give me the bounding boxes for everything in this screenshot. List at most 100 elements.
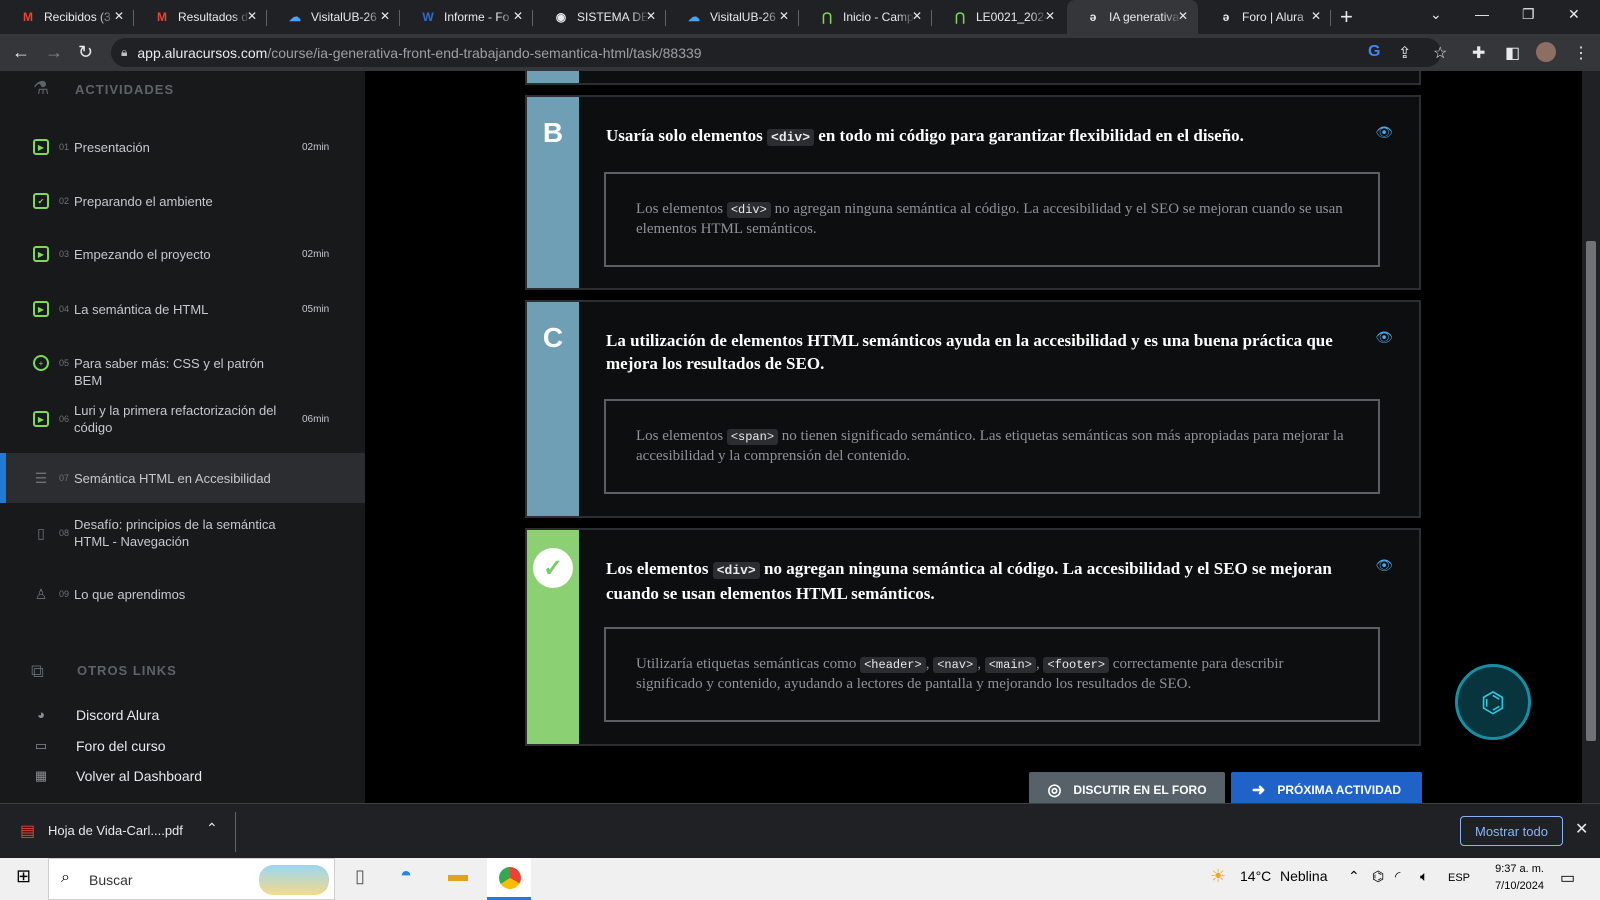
activity-item[interactable]: ♙ 09 Lo que aprendimos [0, 574, 365, 614]
close-tab-icon[interactable]: ✕ [1178, 9, 1188, 23]
profile-avatar[interactable] [1536, 42, 1556, 62]
activity-item[interactable]: ▶ 03 Empezando el proyecto 02min [0, 234, 365, 274]
browser-tab[interactable]: ⋂ Inicio - Camp ✕ [801, 0, 932, 34]
address-bar[interactable]: 🔒︎ app.aluracursos.com/course/ia-generat… [111, 38, 1441, 67]
close-tab-icon[interactable]: ✕ [114, 9, 124, 23]
language-indicator[interactable]: ESP [1448, 872, 1470, 884]
browser-tab[interactable]: M Resultados d ✕ [136, 0, 267, 34]
google-lens-icon[interactable]: G [1368, 43, 1380, 61]
activity-item[interactable]: ▶ 04 La semántica de HTML 05min [0, 289, 365, 329]
option-card-c[interactable]: C La utilización de elementos HTML semán… [525, 300, 1421, 518]
close-tab-icon[interactable]: ✕ [1045, 9, 1055, 23]
sidebar-link[interactable]: ▭ Foro del curso [33, 738, 166, 754]
activity-done-icon: + [33, 355, 49, 371]
weather-icon: ☀ [1210, 866, 1227, 886]
wifi-icon[interactable]: ◜ [1395, 868, 1400, 885]
scrollbar-thumb[interactable] [1586, 241, 1596, 741]
close-downloads-icon[interactable]: ✕ [1575, 819, 1588, 839]
option-letter-bar: B [527, 97, 579, 288]
browser-tab[interactable]: M Recibidos (3 ✕ [2, 0, 134, 34]
activity-done-icon: ✔ [33, 193, 49, 209]
close-tab-icon[interactable]: ✕ [380, 9, 390, 23]
search-placeholder: Buscar [89, 872, 133, 888]
browser-tab[interactable]: ə IA generativa ✕ [1067, 0, 1198, 34]
activity-item[interactable]: +05 Para saber más: CSS y el patrón BEM [0, 343, 365, 388]
chatbot-button[interactable]: ⌬ [1455, 664, 1531, 740]
sidebar-link-label: Volver al Dashboard [76, 768, 203, 784]
activity-item[interactable]: ▯ 08 Desafío: principios de la semántica H… [0, 505, 365, 561]
file-explorer-icon[interactable]: ▬ [448, 864, 468, 887]
activity-done-icon: ▶ [33, 246, 49, 262]
extensions-icon[interactable]: ✚ [1472, 43, 1485, 63]
activity-duration: 02min [302, 141, 330, 153]
eye-icon[interactable]: 👁︎ [1375, 124, 1393, 141]
new-tab-button[interactable]: + [1340, 4, 1353, 30]
share-icon[interactable]: ⇪ [1398, 43, 1411, 63]
activity-item[interactable]: ✔ 02 Preparando el ambiente [0, 181, 365, 221]
url-domain: app.aluracursos.com [137, 44, 268, 61]
minimize-icon[interactable]: — [1475, 6, 1489, 22]
chrome-taskbar-item[interactable] [487, 858, 531, 900]
edge-icon[interactable]: ◓ [400, 864, 412, 887]
activity-item[interactable]: ▶ 06 Luri y la primera refactorización del… [0, 391, 365, 447]
tab-title: LE0021_2024 [976, 10, 1048, 24]
eye-icon[interactable]: 👁︎ [1375, 329, 1393, 346]
sidebar-link[interactable]: ◕ Discord Alura [33, 707, 159, 723]
tab-search-icon[interactable]: ⌄ [1430, 6, 1442, 23]
side-panel-icon[interactable]: ◧ [1505, 43, 1520, 63]
activity-item[interactable]: ▶ 01 Presentación 02min [0, 127, 365, 167]
volume-icon[interactable]: 🔈︎ [1420, 868, 1428, 885]
activity-number: 04 [59, 304, 70, 314]
windows-start-icon[interactable]: ⊞ [16, 866, 31, 887]
task-view-icon[interactable]: ▯ [355, 866, 365, 887]
browser-tab[interactable]: ◉ SISTEMA DE ✕ [535, 0, 666, 34]
restore-icon[interactable]: ❐ [1522, 6, 1535, 23]
close-tab-icon[interactable]: ✕ [912, 9, 922, 23]
option-explanation: Los elementos <div> no agregan ninguna s… [604, 172, 1380, 267]
download-filename[interactable]: Hoja de Vida-Carl....pdf [48, 823, 183, 838]
page-scrollbar[interactable] [1582, 71, 1600, 803]
browser-tab[interactable]: ə Foro | Alura ✕ [1200, 0, 1331, 34]
chevron-up-icon[interactable]: ⌃ [1348, 868, 1360, 885]
bookmark-star-icon[interactable]: ☆ [1433, 43, 1447, 63]
activity-item[interactable]: ☰ 07 Semántica HTML en Accesibilidad [0, 453, 365, 503]
option-letter: B [542, 117, 564, 148]
network-icon[interactable]: ⌬ [1372, 868, 1384, 885]
browser-tab[interactable]: ☁ VisitalUB-26 ✕ [269, 0, 400, 34]
close-tab-icon[interactable]: ✕ [513, 9, 523, 23]
activity-list-icon: ▯ [37, 524, 45, 541]
sidebar-link-label: Discord Alura [76, 706, 160, 723]
taskbar-search-box[interactable]: ⌕ Buscar [48, 858, 335, 900]
close-tab-icon[interactable]: ✕ [646, 9, 656, 23]
clock-date[interactable]: 7/10/2024 [1486, 880, 1544, 892]
sidebar-link-label: Foro del curso [76, 738, 166, 754]
tab-title: Informe - Fo [444, 10, 510, 24]
close-tab-icon[interactable]: ✕ [1311, 9, 1321, 23]
activity-number: 05 [59, 358, 70, 368]
clock-time[interactable]: 9:37 a. m. [1486, 863, 1544, 875]
show-all-button[interactable]: Mostrar todo [1460, 816, 1563, 846]
browser-tab[interactable]: ☁ VisitalUB-26 ✕ [668, 0, 799, 34]
chevron-up-icon[interactable]: ⌃ [206, 820, 218, 837]
menu-icon[interactable]: ⋮ [1573, 43, 1589, 63]
option-card-correct[interactable]: ✓ Los elementos <div> no agregan ninguna… [525, 528, 1421, 746]
arrow-circle-icon: ➜ [1251, 782, 1266, 799]
close-tab-icon[interactable]: ✕ [247, 9, 257, 23]
activity-done-icon: ▶ [33, 139, 49, 155]
browser-tab[interactable]: ⋂ LE0021_2024 ✕ [934, 0, 1065, 34]
activity-number: 02 [59, 196, 70, 206]
close-window-icon[interactable]: ✕ [1568, 6, 1580, 23]
close-tab-icon[interactable]: ✕ [779, 9, 789, 23]
notifications-icon[interactable]: ▭ [1560, 868, 1575, 888]
option-card-b[interactable]: B Usaría solo elementos <div> en todo mi… [525, 95, 1421, 290]
activity-number: 09 [59, 589, 70, 599]
reload-icon[interactable]: ↻ [78, 42, 93, 63]
browser-tab[interactable]: W Informe - Fo ✕ [402, 0, 533, 34]
tab-title: SISTEMA DE [577, 10, 649, 24]
activity-name: Presentación [74, 139, 150, 155]
eye-icon[interactable]: 👁︎ [1375, 557, 1393, 574]
back-icon[interactable]: ← [12, 42, 30, 63]
sidebar-link[interactable]: ▦ Volver al Dashboard [33, 768, 202, 784]
browser-tab-bar: M Recibidos (3 ✕ M Resultados d ✕ ☁ VisitalUB-2… [0, 0, 1600, 34]
forward-icon[interactable]: → [45, 42, 63, 63]
